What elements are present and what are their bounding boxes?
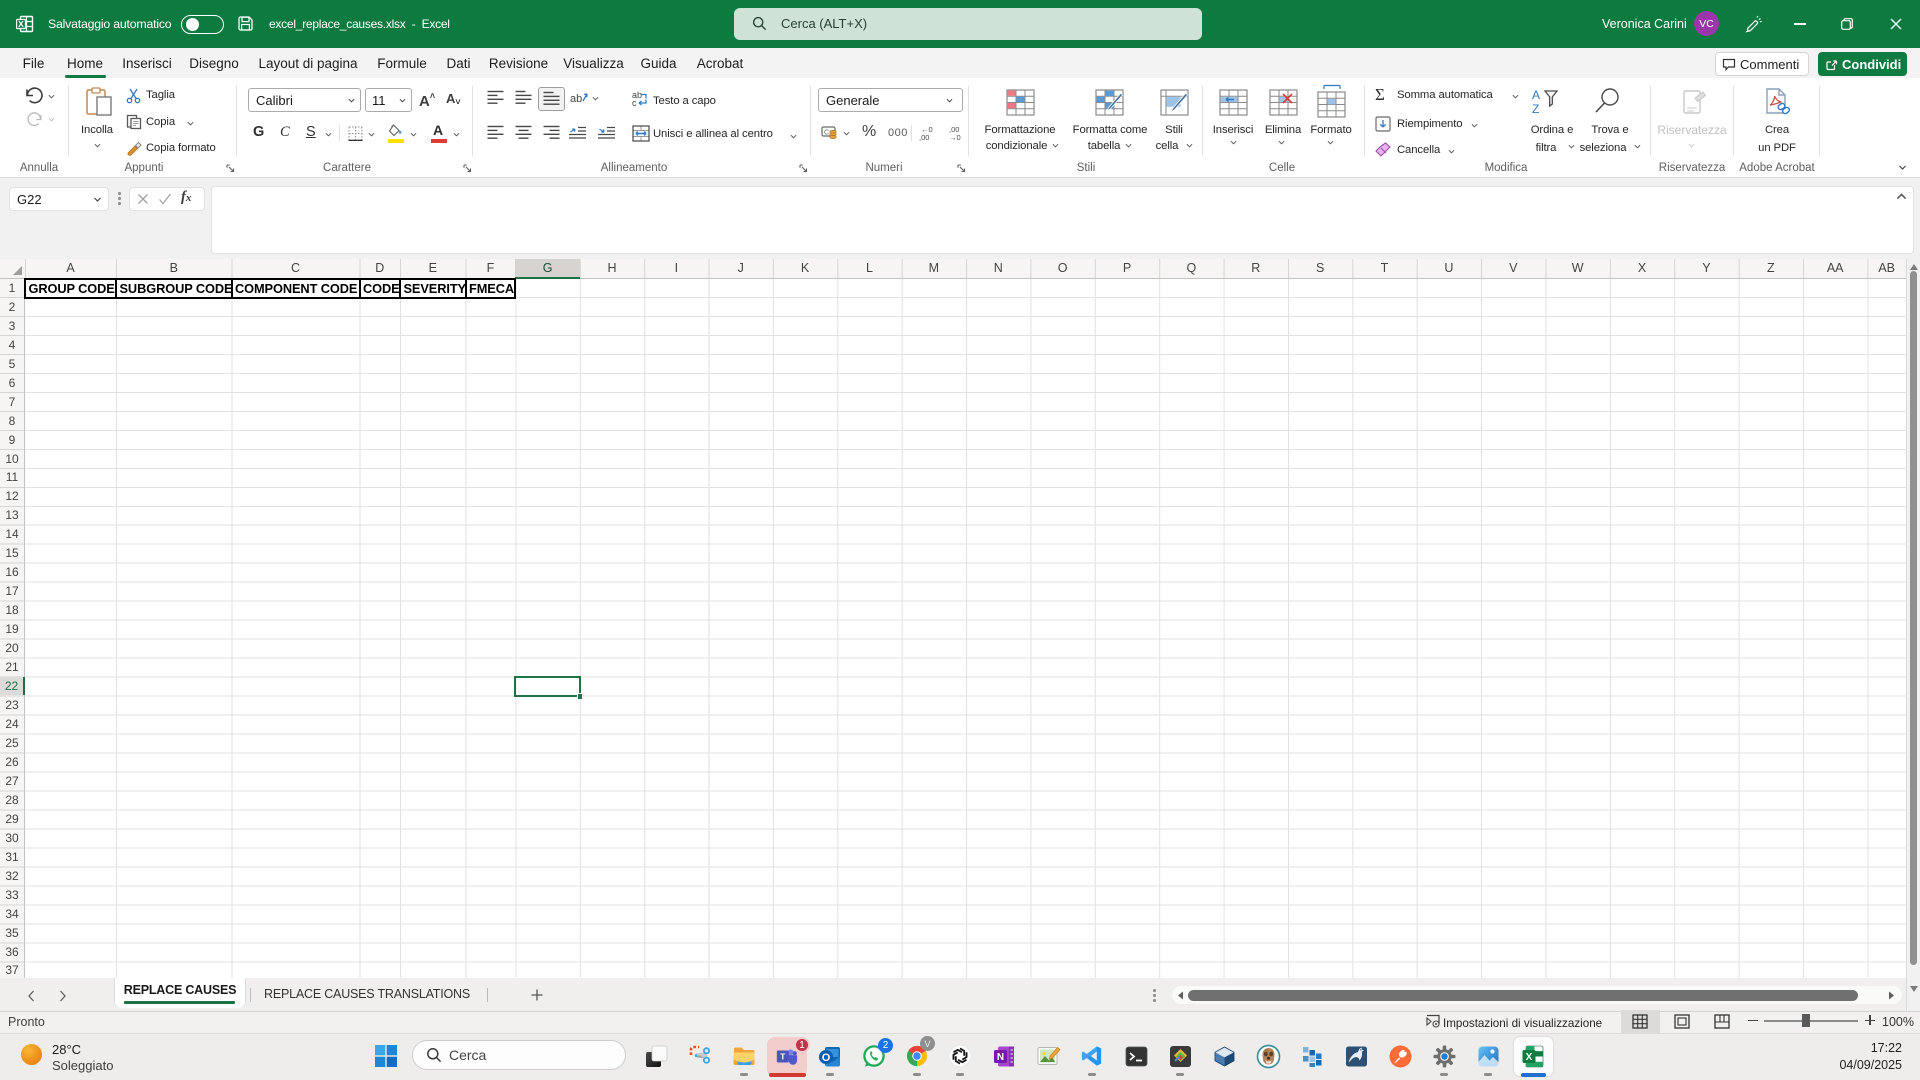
svg-text:T: T [780,1052,785,1061]
svg-text:A: A [1532,88,1540,102]
svg-text:X: X [1525,1052,1532,1063]
svg-text:X: X [18,19,24,29]
svg-text:ab: ab [570,93,582,105]
svg-text:c: c [632,98,637,107]
svg-text:,00: ,00 [919,133,929,141]
svg-text:Z: Z [1532,102,1539,116]
svg-text:O: O [821,1052,830,1064]
svg-text:C: C [824,130,829,137]
svg-text:N: N [996,1052,1003,1063]
svg-text:→0: →0 [949,133,961,141]
